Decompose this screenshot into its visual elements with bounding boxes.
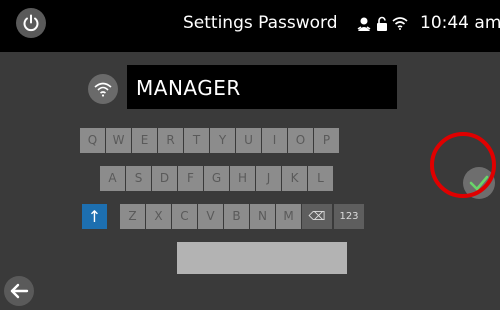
backspace-key[interactable]: ⌫: [302, 204, 332, 229]
key-m[interactable]: M: [276, 204, 301, 229]
back-button[interactable]: [4, 276, 34, 306]
key-f[interactable]: F: [178, 166, 203, 191]
key-h[interactable]: H: [230, 166, 255, 191]
power-icon: [23, 14, 39, 32]
key-x[interactable]: X: [146, 204, 171, 229]
power-button[interactable]: [16, 8, 46, 38]
key-o[interactable]: O: [288, 128, 313, 153]
checkmark-icon: [469, 175, 489, 191]
key-j[interactable]: J: [256, 166, 281, 191]
key-d[interactable]: D: [152, 166, 177, 191]
key-g[interactable]: G: [204, 166, 229, 191]
page-title: Settings Password: [183, 13, 338, 33]
top-bar: Settings Password 10:44 am: [0, 0, 500, 52]
key-e[interactable]: E: [132, 128, 157, 153]
person-icon: [357, 17, 371, 31]
wifi-icon: [94, 82, 112, 97]
key-y[interactable]: Y: [210, 128, 235, 153]
wifi-icon: [392, 17, 408, 30]
shift-key[interactable]: ↑: [82, 204, 107, 229]
key-u[interactable]: U: [236, 128, 261, 153]
key-r[interactable]: R: [158, 128, 183, 153]
key-a[interactable]: A: [100, 166, 125, 191]
unlocked-lock-icon: [377, 16, 387, 31]
key-w[interactable]: W: [106, 128, 131, 153]
key-b[interactable]: B: [224, 204, 249, 229]
key-t[interactable]: T: [184, 128, 209, 153]
key-z[interactable]: Z: [120, 204, 145, 229]
back-arrow-icon: [10, 283, 29, 299]
settings-password-screen: Settings Password 10:44 am MANAGER Q W E…: [0, 0, 500, 310]
network-badge: [88, 74, 118, 104]
key-n[interactable]: N: [250, 204, 275, 229]
key-i[interactable]: I: [262, 128, 287, 153]
numeric-key[interactable]: 123: [334, 204, 364, 229]
key-k[interactable]: K: [282, 166, 307, 191]
clock: 10:44 am: [420, 13, 500, 33]
key-q[interactable]: Q: [80, 128, 105, 153]
password-input[interactable]: MANAGER: [127, 65, 397, 109]
key-s[interactable]: S: [126, 166, 151, 191]
space-key[interactable]: [177, 242, 347, 274]
confirm-button[interactable]: [463, 167, 495, 199]
key-l[interactable]: L: [308, 166, 333, 191]
key-c[interactable]: C: [172, 204, 197, 229]
key-v[interactable]: V: [198, 204, 223, 229]
key-p[interactable]: P: [314, 128, 339, 153]
backspace-icon: ⌫: [308, 209, 326, 223]
